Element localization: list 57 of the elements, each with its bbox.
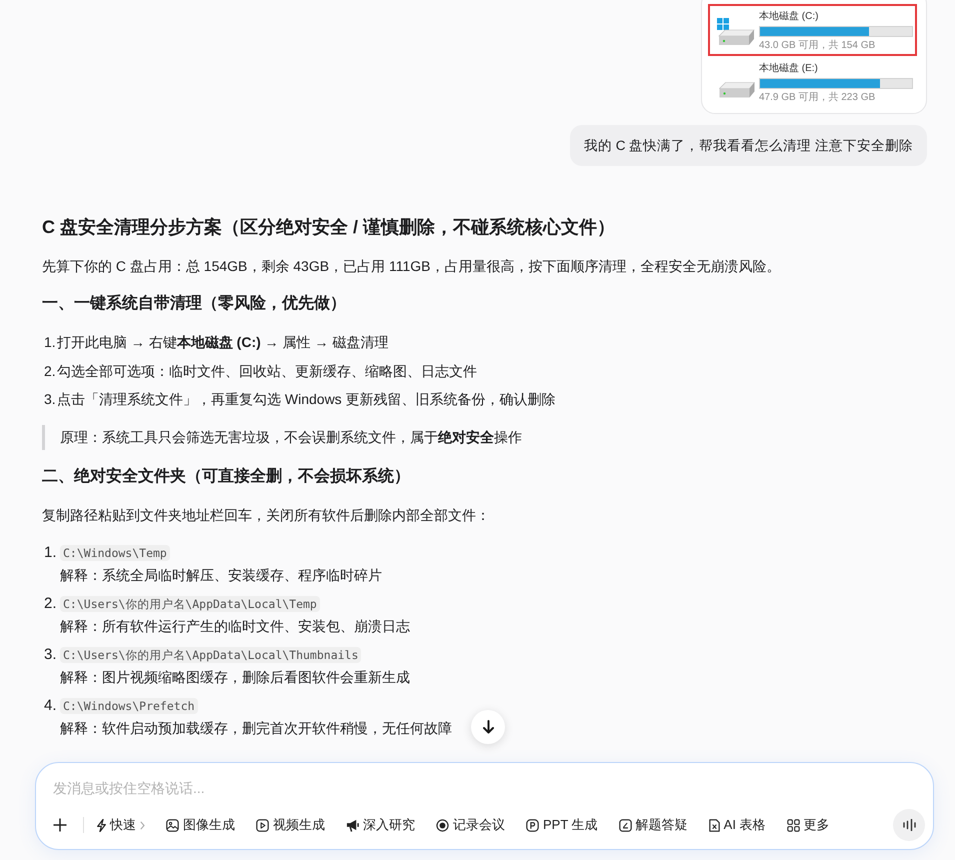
record-icon — [436, 818, 449, 832]
voice-button[interactable] — [893, 809, 925, 841]
answer-paragraph: 复制路径粘贴到文件夹地址栏回车，关闭所有软件后删除内部全部文件： — [42, 506, 491, 525]
tool-button[interactable]: 解题答疑 — [618, 816, 688, 834]
tool-button[interactable]: AI 表格 — [708, 816, 766, 834]
section-heading: 二、绝对安全文件夹（可直接全删，不会损坏系统） — [42, 466, 411, 487]
tool-button[interactable]: 深入研究 — [346, 816, 415, 834]
tool-button[interactable]: PPT 生成 — [526, 816, 598, 834]
chevron-icon — [140, 820, 145, 830]
waveform-icon — [902, 819, 916, 831]
path-note: 解释：软件启动预加载缓存，删完首次开软件稍慢，无任何故障 — [60, 719, 452, 738]
message-input[interactable]: 发消息或按住空格说话... — [53, 777, 653, 799]
tool-button[interactable]: 更多 — [786, 816, 830, 834]
drive-label: 本地磁盘 (E:) — [759, 63, 818, 75]
folder-path-code: C:\Windows\Temp — [60, 544, 170, 560]
drive-icon — [716, 17, 755, 46]
tool-button[interactable]: 记录会议 — [436, 816, 505, 834]
letter-p-icon — [526, 818, 539, 832]
path-note: 解释：系统全局临时解压、安装缓存、程序临时碎片 — [60, 566, 382, 585]
grid-icon — [786, 818, 800, 832]
scroll-down-button[interactable] — [471, 710, 505, 744]
drive-icon — [719, 82, 755, 98]
answer-title: C 盘安全清理分步方案（区分绝对安全 / 谨慎删除，不碰系统核心文件） — [42, 216, 616, 239]
section-heading: 一、一键系统自带清理（零风险，优先做） — [42, 293, 347, 314]
list-number: 3. — [43, 645, 58, 665]
path-note: 解释：所有软件运行产生的临时文件、安装包、崩溃日志 — [60, 617, 410, 636]
list-number: 1. — [43, 543, 58, 563]
path-note: 解释：图片视频缩略图缓存，删除后看图软件会重新生成 — [60, 668, 410, 687]
drive-space-text: 47.9 GB 可用，共 223 GB — [759, 92, 876, 104]
step-text: 打开此电脑 → 右键本地磁盘 (C:) → 属性 → 磁盘清理 — [57, 333, 388, 352]
answer-paragraph: 先算下你的 C 盘占用：总 154GB，剩余 43GB，已占用 111GB，占用量很高，按下面顺序清理，全程安全无崩溃风险。 — [42, 257, 782, 276]
list-number: 2. — [43, 594, 58, 614]
folder-path-code: C:\Users\你的用户名\AppData\Local\Temp — [60, 596, 320, 612]
spreadsheet-icon — [708, 818, 720, 832]
tool-button[interactable]: 图像生成 — [166, 816, 235, 834]
lightning-icon — [97, 818, 106, 832]
step-text: 点击「清理系统文件」，再重复勾选 Windows 更新残留、旧系统备份，确认删除 — [57, 390, 556, 409]
quote-text: 原理：系统工具只会筛选无害垃圾，不会误删系统文件，属于绝对安全操作 — [59, 428, 522, 447]
list-number: 2. — [43, 362, 57, 380]
arrow-down-icon — [482, 720, 494, 734]
drive-space-text: 43.0 GB 可用，共 154 GB — [759, 40, 876, 52]
add-button[interactable] — [53, 818, 67, 832]
list-number: 1. — [43, 333, 57, 352]
drive-label: 本地磁盘 (C:) — [759, 11, 818, 23]
list-number: 4. — [43, 696, 58, 716]
play-icon — [256, 818, 269, 832]
folder-path-code: C:\Windows\Prefetch — [60, 698, 198, 714]
list-number: 3. — [43, 390, 57, 409]
pen-square-icon — [618, 818, 632, 832]
mode-dropdown[interactable]: 快速 — [97, 816, 145, 834]
plus-icon — [53, 818, 67, 832]
tool-button[interactable]: 视频生成 — [256, 816, 325, 834]
user-message: 我的 C 盘快满了，帮我看看怎么清理 注意下安全删除 — [570, 125, 927, 166]
image-icon — [166, 818, 179, 832]
megaphone-icon — [346, 818, 359, 832]
folder-path-code: C:\Users\你的用户名\AppData\Local\Thumbnails — [60, 646, 362, 662]
step-text: 勾选全部可选项：临时文件、回收站、更新缓存、缩略图、日志文件 — [57, 362, 477, 380]
